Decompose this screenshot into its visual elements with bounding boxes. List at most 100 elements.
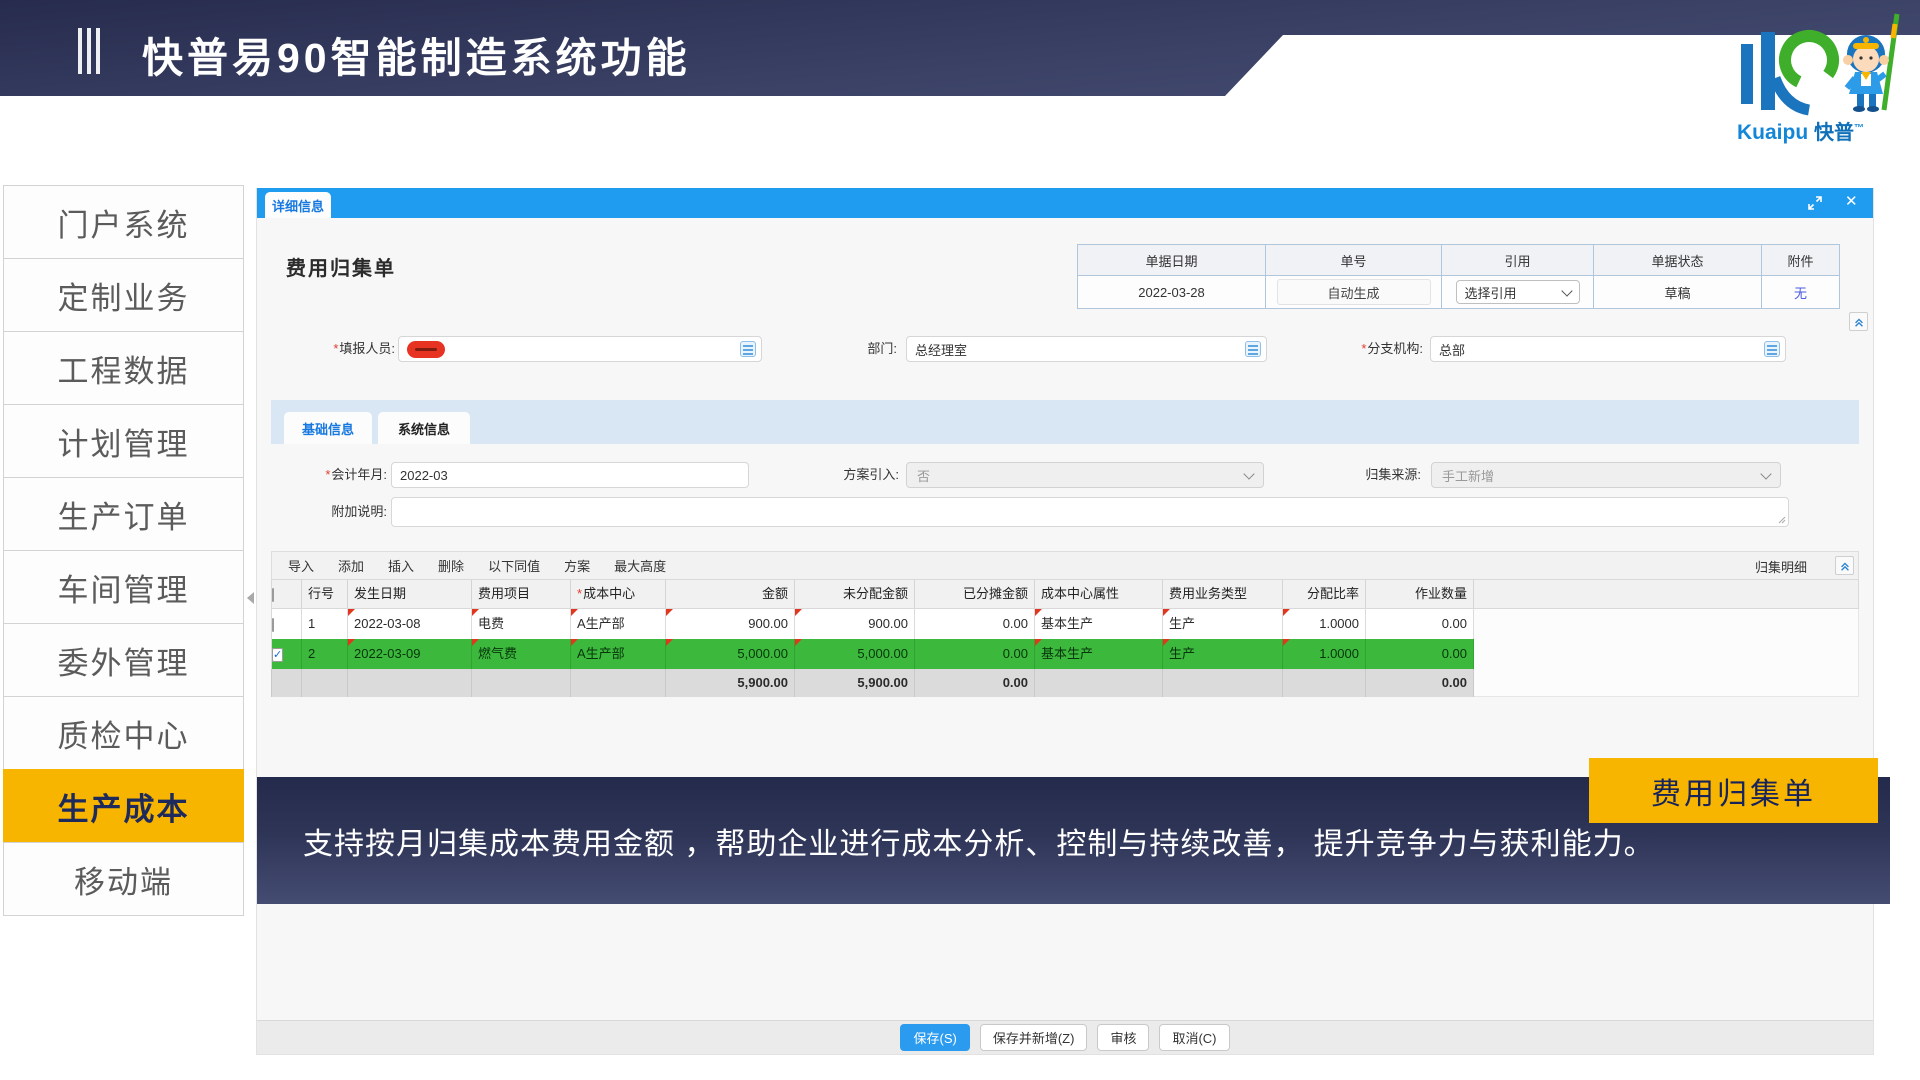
cell-biz-type[interactable]: 生产 — [1163, 609, 1283, 639]
source-select[interactable]: 手工新增 — [1431, 462, 1781, 488]
doc-attachment-cell: 无 — [1762, 276, 1839, 308]
sidebar-item-workshop[interactable]: 车间管理 — [3, 550, 244, 624]
sidebar-collapse-arrow-icon[interactable] — [247, 592, 254, 604]
attachment-link[interactable]: 无 — [1794, 283, 1807, 302]
note-label: 附加说明: — [287, 499, 387, 525]
sidebar-item-engineering[interactable]: 工程数据 — [3, 331, 244, 405]
import-button[interactable]: 导入 — [288, 556, 314, 575]
cell-row-no[interactable]: 1 — [302, 609, 348, 639]
inner-tabstrip: 基础信息 系统信息 — [271, 400, 1859, 444]
cell-unallocated[interactable]: 5,000.00 — [795, 639, 915, 669]
reference-select[interactable]: 选择引用 — [1456, 280, 1580, 304]
sidebar: 门户系统 定制业务 工程数据 计划管理 生产订单 车间管理 委外管理 质检中心 … — [3, 186, 244, 916]
col-cc-attr: 成本中心属性 — [1035, 580, 1163, 608]
cell-qty[interactable]: 0.00 — [1366, 609, 1474, 639]
close-icon[interactable]: ✕ — [1845, 193, 1858, 211]
edited-marker — [571, 609, 578, 616]
dept-label: 部门: — [833, 336, 897, 362]
plan-label: 方案引入: — [817, 462, 899, 488]
cancel-button[interactable]: 取消(C) — [1159, 1024, 1229, 1051]
collapse-grid-button[interactable] — [1835, 556, 1854, 575]
edited-marker — [472, 609, 479, 616]
delete-button[interactable]: 删除 — [438, 556, 464, 575]
totals-row: 5,900.00 5,900.00 0.00 0.00 — [271, 669, 1474, 697]
col-ratio: 分配比率 — [1283, 580, 1366, 608]
audit-button[interactable]: 审核 — [1097, 1024, 1149, 1051]
sidebar-item-production-order[interactable]: 生产订单 — [3, 477, 244, 551]
cell-cc-attr[interactable]: 基本生产 — [1035, 639, 1163, 669]
cell-allocated[interactable]: 0.00 — [915, 639, 1035, 669]
table-row: 1 2022-03-08 电费 A生产部 900.00 900.00 0.00 … — [271, 609, 1474, 639]
cell-cost-center[interactable]: A生产部 — [571, 639, 666, 669]
edited-marker — [1163, 609, 1170, 616]
sidebar-item-portal[interactable]: 门户系统 — [3, 185, 244, 259]
edited-marker — [1035, 609, 1042, 616]
sidebar-item-planning[interactable]: 计划管理 — [3, 404, 244, 478]
add-button[interactable]: 添加 — [338, 556, 364, 575]
cell-date[interactable]: 2022-03-09 — [348, 639, 472, 669]
dialog-titlebar — [257, 188, 1873, 218]
cell-biz-type[interactable]: 生产 — [1163, 639, 1283, 669]
doc-number-value: 自动生成 — [1277, 279, 1431, 305]
sidebar-item-quality[interactable]: 质检中心 — [3, 696, 244, 770]
row-checkbox[interactable] — [272, 618, 274, 632]
cell-unallocated[interactable]: 900.00 — [795, 609, 915, 639]
resize-handle-icon[interactable] — [1777, 515, 1786, 524]
maximize-icon[interactable] — [1807, 195, 1823, 211]
cell-item[interactable]: 电费 — [472, 609, 571, 639]
required-mark: * — [325, 467, 330, 482]
insert-button[interactable]: 插入 — [388, 556, 414, 575]
save-button[interactable]: 保存(S) — [900, 1024, 969, 1051]
sidebar-item-mobile[interactable]: 移动端 — [3, 842, 244, 916]
same-below-button[interactable]: 以下同值 — [488, 556, 540, 575]
filler-input[interactable] — [398, 336, 762, 362]
period-value: 2022-03 — [400, 468, 448, 483]
tab-basic-info[interactable]: 基础信息 — [284, 412, 372, 444]
branch-input[interactable]: 总部 — [1430, 336, 1786, 362]
sidebar-item-production-cost[interactable]: 生产成本 — [3, 769, 244, 843]
plan-select[interactable]: 否 — [906, 462, 1264, 488]
form-title: 费用归集单 — [286, 252, 396, 281]
cell-allocated[interactable]: 0.00 — [915, 609, 1035, 639]
note-textarea[interactable] — [391, 497, 1789, 527]
save-and-new-button[interactable]: 保存并新增(Z) — [980, 1024, 1088, 1051]
tab-detail-info[interactable]: 详细信息 — [265, 192, 331, 218]
edited-marker — [348, 609, 355, 616]
source-label: 归集来源: — [1333, 462, 1421, 488]
cell-qty[interactable]: 0.00 — [1366, 639, 1474, 669]
detail-dialog: 详细信息 ✕ 费用归集单 单据日期 单号 引用 单据状态 附件 2022-03-… — [256, 188, 1874, 1055]
chevron-down-icon — [1760, 468, 1771, 479]
page-title: 快普易90智能制造系统功能 — [142, 24, 691, 84]
lookup-icon[interactable] — [740, 341, 756, 357]
redacted-name-badge — [407, 341, 445, 358]
col-date: 发生日期 — [348, 580, 472, 608]
cell-amount[interactable]: 900.00 — [666, 609, 795, 639]
cell-cc-attr[interactable]: 基本生产 — [1035, 609, 1163, 639]
cell-cost-center[interactable]: A生产部 — [571, 609, 666, 639]
sidebar-item-custom[interactable]: 定制业务 — [3, 258, 244, 332]
cell-row-no[interactable]: 2 — [302, 639, 348, 669]
tab-system-info[interactable]: 系统信息 — [378, 412, 470, 444]
lookup-icon[interactable] — [1245, 341, 1261, 357]
lookup-icon[interactable] — [1764, 341, 1780, 357]
plan-button[interactable]: 方案 — [564, 556, 590, 575]
brand-tm: ™ — [1854, 123, 1864, 134]
cell-ratio[interactable]: 1.0000 — [1283, 609, 1366, 639]
sidebar-item-outsourcing[interactable]: 委外管理 — [3, 623, 244, 697]
total-qty: 0.00 — [1366, 669, 1474, 697]
chevron-down-icon — [1561, 285, 1572, 296]
period-input[interactable]: 2022-03 — [391, 462, 749, 488]
max-height-button[interactable]: 最大高度 — [614, 556, 666, 575]
select-all-checkbox[interactable] — [272, 588, 274, 602]
cell-amount[interactable]: 5,000.00 — [666, 639, 795, 669]
collapse-header-button[interactable] — [1849, 312, 1868, 331]
cell-item[interactable]: 燃气费 — [472, 639, 571, 669]
dept-input[interactable]: 总经理室 — [906, 336, 1267, 362]
double-chevron-up-icon — [1853, 316, 1865, 328]
row-checkbox-checked[interactable]: ✓ — [272, 648, 283, 662]
banner-text: 支持按月归集成本费用金额 ，帮助企业进行成本分析、控制与持续改善， 提升竞争力与… — [303, 819, 1655, 863]
cell-ratio[interactable]: 1.0000 — [1283, 639, 1366, 669]
required-mark: * — [577, 586, 582, 601]
doc-col-status: 单据状态 — [1594, 245, 1762, 276]
cell-date[interactable]: 2022-03-08 — [348, 609, 472, 639]
